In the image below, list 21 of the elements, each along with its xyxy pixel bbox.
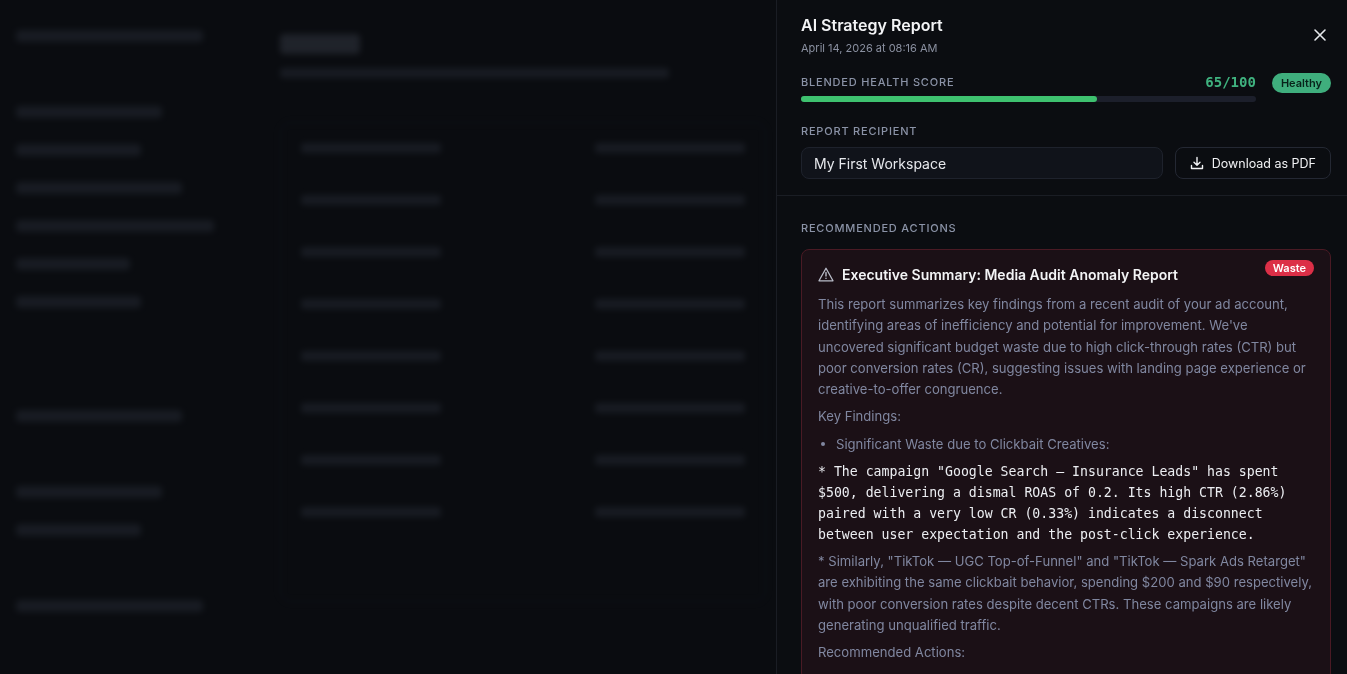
warning-icon [818, 267, 834, 282]
summary-text: This report summarizes key findings from a recent audit of your ad account, identifying areas of inefficiency and potential for improvement. We've uncovered significant budget waste due to high click-through rates (CTR) but poor conversion rates (CR), suggesting issues with landing page experience or creative-to-offer congruence. [818, 295, 1307, 400]
recommended-actions-label: RECOMMENDED ACTIONS [801, 221, 957, 235]
summary-text: * Similarly, "TikTok — UGC Top-of-Funnel" and "TikTok — Spark Ads Retarget" are exhibiting the same clickbait behavior, spending $200 and $90 respectively, with poor conversion rates despite decent CTRs. These campaigns are likely generating unqualified traffic. [818, 552, 1314, 635]
report-title: AI Strategy Report [801, 14, 943, 36]
download-pdf-button[interactable]: Download as PDF [1174, 147, 1331, 179]
report-date: April 14, 2026 at 08:16 AM [801, 41, 938, 55]
summary-text: Recommended Actions: [818, 643, 967, 663]
recipient-label: REPORT RECIPIENT [801, 124, 919, 138]
download-icon [1189, 156, 1204, 170]
close-icon [1313, 28, 1327, 42]
recipient-field[interactable]: My First Workspace [801, 147, 1163, 179]
code-text: * The campaign "Google Search — Insurance Leads" has spent $500, delivering a dismal ROAS of 0.2. Its high CTR (2.86%) paired with a very low CR (0.33%) indicates a disconnect between user expectation and the post-click experience. [818, 463, 1288, 545]
health-score-value: 65/100 [1205, 74, 1256, 90]
finding-text: Significant Waste due to Clickbait Creatives: [836, 434, 1110, 454]
health-status-badge: Healthy [1271, 73, 1331, 93]
waste-tag: Waste [1264, 260, 1314, 276]
card-title: Executive Summary: Media Audit Anomaly Report [842, 266, 1179, 283]
bullet-icon [821, 442, 825, 447]
summary-text: Key Findings: [818, 407, 902, 427]
health-score-label: BLENDED HEALTH SCORE [801, 75, 955, 89]
